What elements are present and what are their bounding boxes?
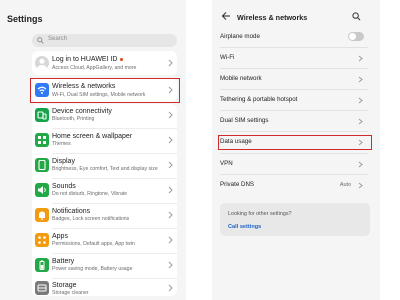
account-title: Log in to HUAWEI ID (52, 56, 123, 63)
chevron-right-icon (358, 76, 363, 83)
chevron-right-icon (358, 182, 363, 189)
settings-item-subtitle: Bluetooth, Printing (52, 116, 95, 122)
device-connectivity-icon (35, 108, 49, 122)
settings-item-subtitle: Badges, Lock screen notifications (52, 216, 130, 222)
airplane-mode-toggle[interactable] (348, 32, 364, 41)
back-arrow-icon[interactable] (221, 11, 231, 21)
battery-icon (35, 258, 49, 272)
settings-item-storage[interactable]: Storage Storage cleaner (32, 279, 177, 296)
divider (220, 131, 368, 132)
display-icon (35, 158, 49, 172)
account-subtitle: Access Cloud, AppGallery, and more (52, 65, 137, 71)
settings-item-battery[interactable]: Battery Power saving mode, Battery usage (32, 254, 177, 278)
wireless-networks-screen: Wireless & networks Airplane mode Wi-Fi … (212, 0, 380, 300)
chevron-right-icon (168, 186, 173, 194)
chevron-right-icon (168, 284, 173, 292)
settings-card: Device connectivity Bluetooth, Printing … (32, 104, 177, 296)
tethering-item[interactable]: Tethering & portable hotspot (218, 93, 368, 109)
call-settings-link[interactable]: Call settings (228, 224, 261, 230)
search-input[interactable]: Search (32, 34, 177, 47)
chevron-right-icon (168, 136, 173, 144)
notification-dot (119, 57, 123, 61)
mobile-network-item[interactable]: Mobile network (218, 72, 368, 88)
toggle-knob (349, 33, 356, 40)
storage-icon (35, 281, 49, 295)
chevron-right-icon (168, 59, 173, 67)
wifi-item[interactable]: Wi-Fi (218, 51, 368, 67)
item-label: Private DNS (220, 181, 255, 188)
item-label: Dual SIM settings (220, 117, 269, 124)
chevron-right-icon (358, 55, 363, 62)
apps-icon (35, 233, 49, 247)
chevron-right-icon (168, 261, 173, 269)
settings-item-title: Apps (52, 233, 68, 240)
search-placeholder: Search (48, 36, 68, 42)
airplane-mode-item[interactable]: Airplane mode (218, 30, 368, 46)
item-label: Wi-Fi (220, 54, 235, 61)
settings-item-subtitle: Brightness, Eye comfort, Text and displa… (52, 166, 158, 172)
settings-item-title: Device connectivity (52, 108, 112, 115)
settings-item-title: Notifications (52, 208, 91, 215)
account-card[interactable]: Log in to HUAWEI ID Access Cloud, AppGal… (32, 51, 177, 75)
suggestion-text: Looking for other settings? (228, 211, 292, 217)
private-dns-value: Auto (339, 182, 351, 188)
settings-item-subtitle: Storage cleaner (52, 290, 89, 296)
settings-item-title: Display (52, 158, 75, 165)
page-title: Wireless & networks (237, 13, 308, 22)
suggestion-card: Looking for other settings? Call setting… (220, 203, 370, 236)
divider (220, 68, 368, 69)
highlight-wireless (30, 78, 180, 103)
settings-item-home-screen[interactable]: Home screen & wallpaper Themes (32, 129, 177, 153)
sound-icon (35, 183, 49, 197)
chevron-right-icon (168, 111, 173, 119)
chevron-right-icon (168, 211, 173, 219)
settings-item-subtitle: Power saving mode, Battery usage (52, 266, 133, 272)
vpn-item[interactable]: VPN (218, 157, 368, 173)
search-icon (37, 37, 44, 44)
settings-screen: Settings Search Log in to HUAWEI ID Acce… (0, 0, 186, 300)
settings-item-subtitle: Permissions, Default apps, App twin (52, 241, 135, 247)
settings-item-device-connectivity[interactable]: Device connectivity Bluetooth, Printing (32, 104, 177, 128)
divider (220, 174, 368, 175)
divider (220, 110, 368, 111)
chevron-right-icon (168, 236, 173, 244)
highlight-data-usage (218, 135, 372, 150)
notifications-icon (35, 208, 49, 222)
settings-item-title: Battery (52, 258, 75, 265)
divider (220, 47, 368, 48)
settings-item-title: Storage (52, 282, 77, 289)
chevron-right-icon (358, 97, 363, 104)
settings-item-display[interactable]: Display Brightness, Eye comfort, Text an… (32, 154, 177, 178)
settings-item-subtitle: Themes (52, 141, 71, 147)
home-screen-icon (35, 133, 49, 147)
search-icon[interactable] (352, 12, 361, 21)
item-label: VPN (220, 160, 233, 167)
settings-item-subtitle: Do not disturb, Ringtone, Vibrate (52, 191, 128, 197)
settings-item-apps[interactable]: Apps Permissions, Default apps, App twin (32, 229, 177, 253)
chevron-right-icon (168, 161, 173, 169)
avatar-icon (35, 56, 49, 70)
divider (220, 153, 368, 154)
page-title: Settings (7, 14, 43, 24)
dual-sim-settings-item[interactable]: Dual SIM settings (218, 114, 368, 130)
private-dns-item[interactable]: Private DNS Auto (218, 178, 368, 194)
settings-item-sounds[interactable]: Sounds Do not disturb, Ringtone, Vibrate (32, 179, 177, 203)
item-label: Tethering & portable hotspot (220, 96, 298, 103)
item-label: Mobile network (220, 75, 262, 82)
chevron-right-icon (358, 161, 363, 168)
divider (220, 89, 368, 90)
item-label: Airplane mode (220, 33, 260, 40)
settings-item-title: Home screen & wallpaper (52, 133, 133, 140)
settings-item-notifications[interactable]: Notifications Badges, Lock screen notifi… (32, 204, 177, 228)
chevron-right-icon (358, 118, 363, 125)
settings-item-title: Sounds (52, 183, 76, 190)
